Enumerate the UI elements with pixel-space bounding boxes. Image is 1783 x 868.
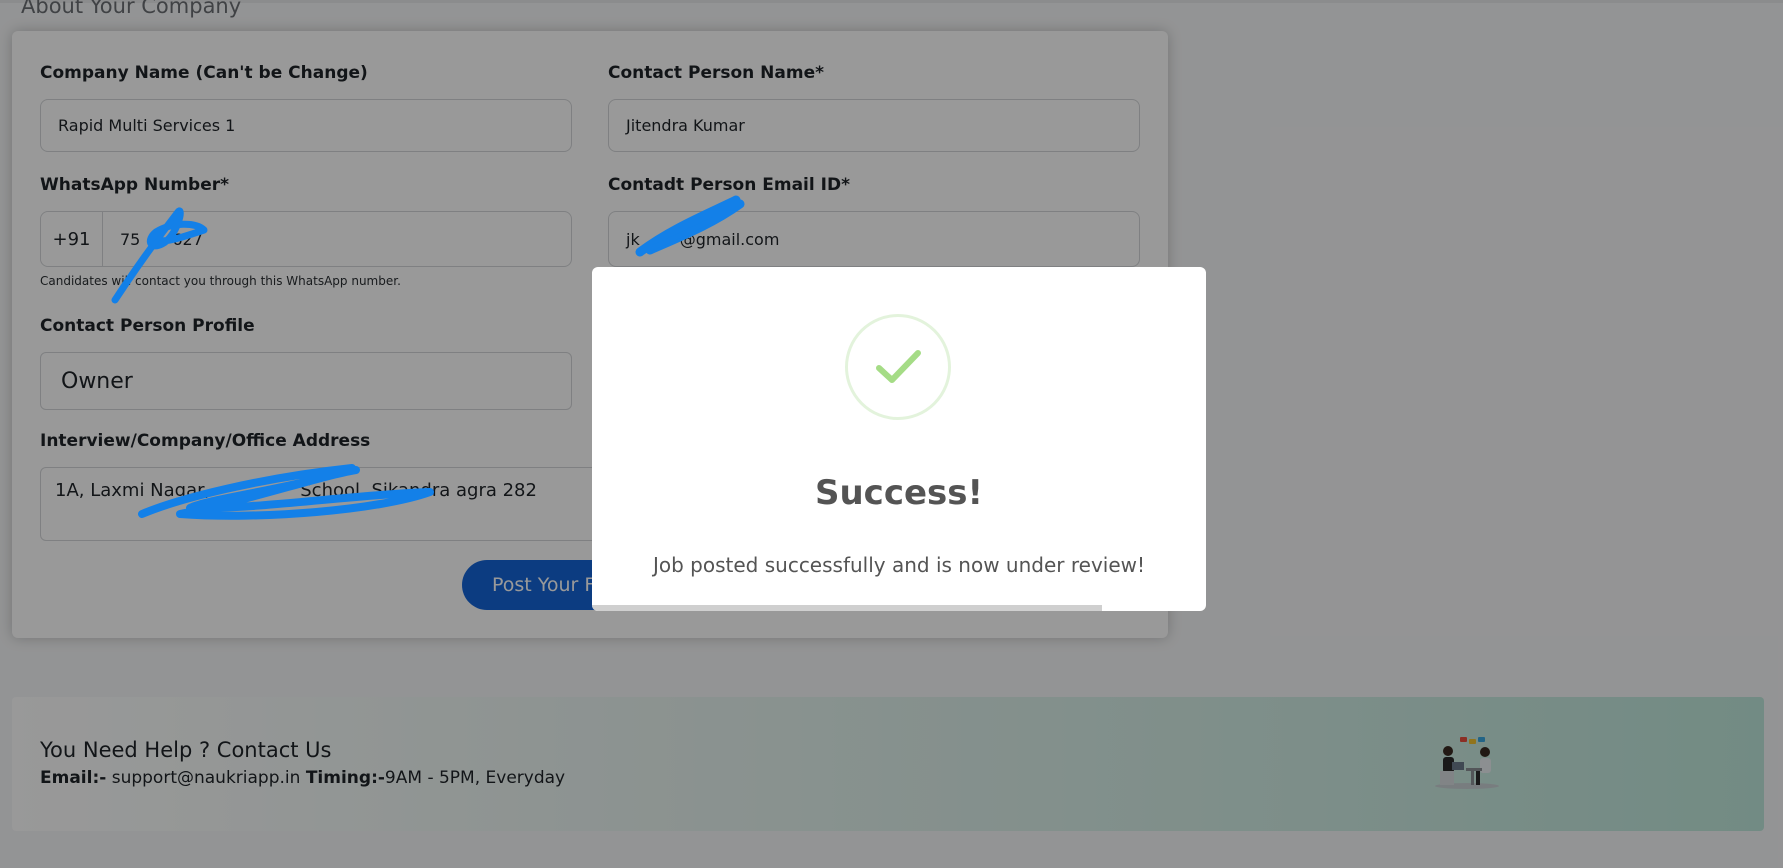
modal-timer-progress bbox=[592, 605, 1102, 611]
success-check-icon bbox=[845, 314, 951, 420]
success-modal: Success! Job posted successfully and is … bbox=[592, 267, 1206, 611]
check-icon bbox=[876, 350, 921, 383]
modal-title: Success! bbox=[814, 473, 984, 513]
modal-message: Job posted successfully and is now under… bbox=[652, 553, 1146, 577]
